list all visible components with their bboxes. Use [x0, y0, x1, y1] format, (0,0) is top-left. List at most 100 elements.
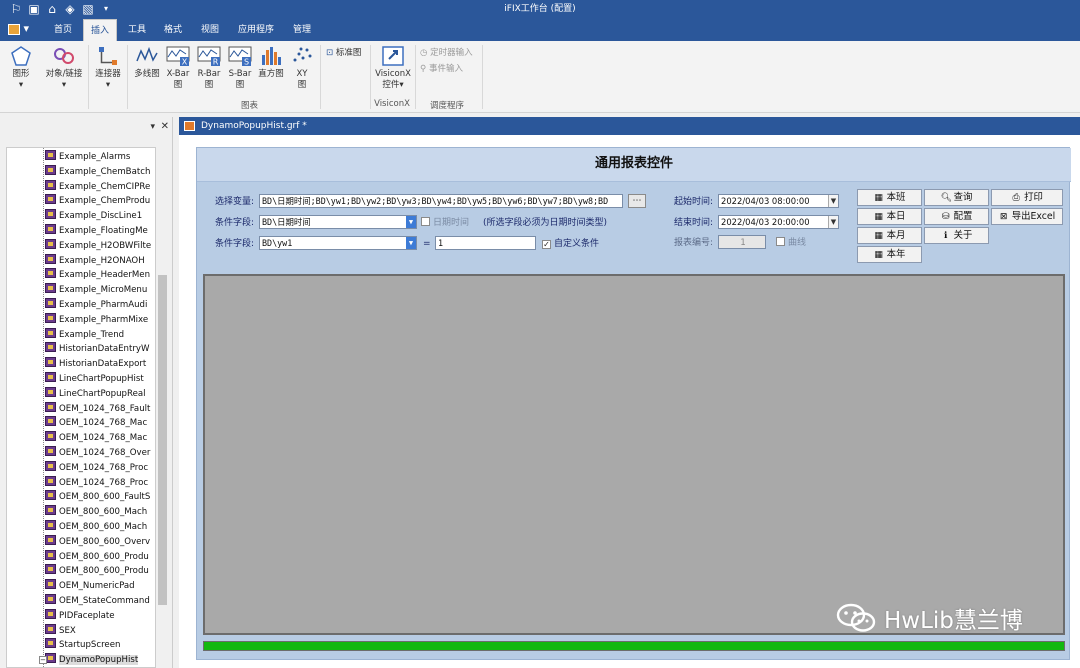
tree-item[interactable]: Example_MicroMenu [45, 283, 147, 297]
condition-field2-select[interactable]: BD\yw1 ▼ [259, 236, 417, 250]
connector-button[interactable]: 连接器 ▾ [92, 45, 124, 91]
tab-application[interactable]: 应用程序 [234, 19, 278, 41]
xy-chart-button[interactable]: XY 图 [288, 45, 316, 91]
checkbox-box[interactable] [776, 237, 785, 246]
tab-view[interactable]: 视图 [195, 19, 225, 41]
tree-item[interactable]: Example_Trend [45, 327, 124, 342]
end-time-label: 结束时间: [674, 218, 714, 228]
svg-text:X: X [182, 58, 188, 67]
query-button[interactable]: 🔍︎ 查询 [924, 189, 989, 206]
tree-item[interactable]: Example_H2ONAOH [45, 253, 145, 268]
tree-item-label: OEM_1024_768_Fault [59, 403, 151, 414]
select-variable-input[interactable]: BD\日期时间;BD\yw1;BD\yw2;BD\yw3;BD\yw4;BD\y… [259, 194, 623, 208]
tree-item[interactable]: PIDFaceplate [45, 608, 115, 623]
about-button[interactable]: ℹ 关于 [924, 227, 989, 244]
tree-item[interactable]: OEM_800_600_Produ [45, 549, 149, 564]
tree-item[interactable]: OEM_800_600_Overv [45, 534, 150, 549]
tree-item[interactable]: DynamoPopupHist [45, 653, 139, 667]
objects-links-button[interactable]: 对象/链接 ▾ [44, 45, 84, 91]
datetime-checkbox[interactable]: 日期时间 [421, 217, 469, 229]
condition-value-input[interactable]: 1 [435, 236, 536, 250]
tree-item[interactable]: Example_PharmMixe [45, 312, 148, 327]
tree-item[interactable]: OEM_800_600_Mach [45, 520, 147, 534]
start-time-picker[interactable]: 2022/04/03 08:00:00 ▼ [718, 194, 839, 208]
tree-item[interactable]: Example_DiscLine1 [45, 209, 142, 223]
tree-item[interactable]: OEM_800_600_Mach [45, 505, 147, 519]
condition-field2-label: 条件字段: [215, 239, 255, 249]
panel-options-icon[interactable]: ▾ [150, 122, 155, 132]
tab-format[interactable]: 格式 [158, 19, 188, 41]
this-shift-button[interactable]: ▦ 本班 [857, 189, 922, 206]
tree-item[interactable]: HistorianDataEntryW [45, 342, 149, 356]
config-button[interactable]: ⛁ 配置 [924, 208, 989, 225]
tree-item[interactable]: SEX [45, 623, 76, 638]
tree-item[interactable]: OEM_1024_768_Proc [45, 460, 148, 475]
checkbox-box[interactable] [421, 217, 430, 226]
tree-item[interactable]: HistorianDataExport [45, 357, 146, 371]
tree-collapse-icon[interactable]: − [39, 656, 47, 665]
shapes-button[interactable]: 图形 ▾ [6, 45, 36, 91]
sbar-chart-button[interactable]: S S-Bar 图 [226, 45, 254, 91]
tree-item-label: OEM_800_600_Produ [59, 551, 149, 562]
checkbox-box[interactable]: ✓ [542, 240, 551, 249]
picture-file-icon [45, 446, 56, 456]
tree-item[interactable]: OEM_1024_768_Mac [45, 416, 147, 430]
event-input-button[interactable]: ⚲ 事件输入 [420, 63, 463, 75]
tree-item[interactable]: Example_HeaderMen [45, 268, 150, 282]
tree-item[interactable]: Example_ChemProdu [45, 194, 150, 208]
tree-item[interactable]: OEM_800_600_Produ [45, 564, 149, 578]
tree-item[interactable]: OEM_1024_768_Proc [45, 475, 148, 490]
tree-item[interactable]: Example_ChemCIPRe [45, 179, 150, 194]
chevron-down-icon[interactable]: ▼ [406, 237, 416, 249]
info-icon: ℹ [943, 231, 948, 241]
tree-item[interactable]: Example_PharmAudi [45, 298, 147, 312]
curve-checkbox[interactable]: 曲线 [776, 237, 806, 249]
histogram-button[interactable]: 直方图 [256, 45, 286, 80]
export-excel-button[interactable]: ⊠ 导出Excel [991, 208, 1063, 225]
tree-item[interactable]: Example_H2OBWFilte [45, 238, 151, 253]
tab-tools[interactable]: 工具 [122, 19, 152, 41]
tab-manage[interactable]: 管理 [287, 19, 317, 41]
tree-item[interactable]: LineChartPopupReal [45, 386, 146, 401]
rbar-chart-button[interactable]: R R-Bar 图 [195, 45, 223, 91]
app-menu-button[interactable]: ▾ [8, 22, 34, 38]
report-grid[interactable] [203, 274, 1065, 635]
tree-item[interactable]: LineChartPopupHist [45, 372, 144, 386]
chevron-down-icon[interactable]: ▼ [828, 195, 838, 207]
tree-scrollbar-thumb[interactable] [158, 275, 167, 605]
tree-item[interactable]: OEM_1024_768_Over [45, 446, 150, 460]
standard-chart-button[interactable]: ⊡ 标准图 [326, 47, 361, 59]
end-time-picker[interactable]: 2022/04/03 20:00:00 ▼ [718, 215, 839, 229]
tree-item[interactable]: OEM_1024_768_Fault [45, 401, 151, 416]
chevron-down-icon[interactable]: ▼ [406, 216, 416, 228]
tree-item[interactable]: Example_ChemBatch [45, 164, 150, 179]
picture-file-icon [45, 475, 56, 486]
close-icon[interactable]: ✕ [161, 121, 169, 132]
this-month-button[interactable]: ▦ 本月 [857, 227, 922, 244]
xbar-chart-button[interactable]: X X-Bar 图 [164, 45, 192, 91]
tree-item[interactable]: OEM_StateCommand [45, 594, 150, 608]
tree-item-label: Example_DiscLine1 [59, 211, 143, 222]
tree-item[interactable]: StartupScreen [45, 638, 120, 652]
today-button[interactable]: ▦ 本日 [857, 208, 922, 225]
tree-scrollbar[interactable] [157, 147, 168, 668]
tree-item[interactable]: OEM_1024_768_Mac [45, 431, 147, 445]
tree-item[interactable]: Example_FloatingMe [45, 224, 148, 238]
browse-variable-button[interactable]: ⋯ [628, 194, 646, 208]
document-tab[interactable]: DynamoPopupHist.grf * [179, 117, 1080, 135]
custom-condition-checkbox[interactable]: ✓ 自定义条件 [542, 238, 599, 250]
multiline-chart-button[interactable]: 多线图 [132, 45, 162, 80]
report-number-input[interactable]: 1 [718, 235, 766, 249]
this-year-button[interactable]: ▦ 本年 [857, 246, 922, 263]
rbar-chart-icon: R [197, 46, 221, 67]
tree-item[interactable]: Example_Alarms [45, 150, 130, 164]
chevron-down-icon[interactable]: ▼ [828, 216, 838, 228]
visiconx-control-button[interactable]: VisiconX 控件▾ [374, 45, 412, 91]
tab-home[interactable]: 首页 [48, 19, 78, 41]
tab-insert[interactable]: 插入 [83, 19, 117, 41]
tree-item[interactable]: OEM_NumericPad [45, 579, 135, 593]
print-button[interactable]: ⎙ 打印 [991, 189, 1063, 206]
tree-item[interactable]: OEM_800_600_FaultS [45, 490, 150, 504]
timer-input-button[interactable]: ◷ 定时器输入 [420, 47, 473, 59]
condition-field-select[interactable]: BD\日期时间 ▼ [259, 215, 417, 229]
